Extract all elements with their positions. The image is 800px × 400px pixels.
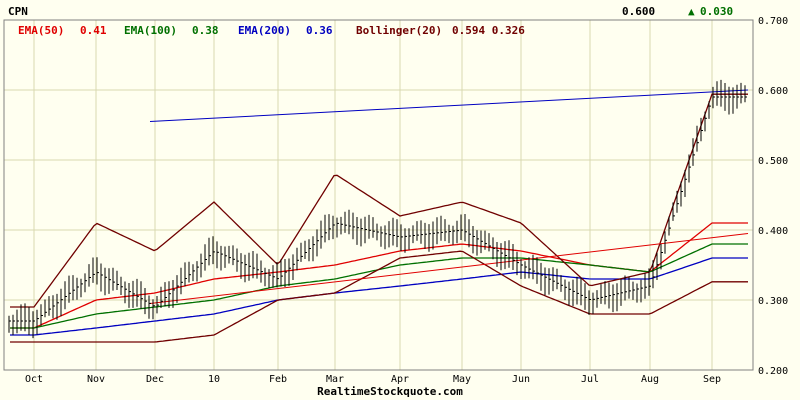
legend-bollinger-value: 0.594 0.326 — [452, 24, 525, 37]
x-tick-label: Aug — [641, 374, 659, 385]
x-tick-label: Nov — [87, 374, 105, 385]
x-tick-label: Feb — [269, 374, 287, 385]
watermark-text: RealtimeStockquote.com — [317, 385, 463, 398]
y-tick-label: 0.600 — [758, 86, 788, 97]
y-tick-label: 0.700 — [758, 16, 788, 27]
x-tick-label: Mar — [326, 374, 344, 385]
symbol-label: CPN — [8, 5, 28, 18]
x-tick-label: Apr — [391, 374, 409, 385]
legend-ema50-label: EMA(50) — [18, 24, 64, 37]
x-tick-label: May — [453, 374, 471, 385]
y-tick-label: 0.500 — [758, 156, 788, 167]
x-tick-label: Oct — [25, 374, 43, 385]
y-tick-label: 0.300 — [758, 296, 788, 307]
x-tick-label: 10 — [208, 374, 220, 385]
x-tick-label: Dec — [146, 374, 164, 385]
legend-ema200-label: EMA(200) — [238, 24, 291, 37]
price-change: 0.030 — [700, 5, 733, 18]
legend-ema100-value: 0.38 — [192, 24, 219, 37]
x-tick-label: Jun — [512, 374, 530, 385]
legend-ema200-value: 0.36 — [306, 24, 333, 37]
x-tick-label: Sep — [703, 374, 721, 385]
stock-chart: Oct Nov Dec 10 Feb Mar Apr May Jun Jul Aug Sep 0.70… — [0, 0, 800, 400]
x-tick-label: Jul — [581, 374, 599, 385]
legend-ema100-label: EMA(100) — [124, 24, 177, 37]
y-tick-label: 0.200 — [758, 366, 788, 377]
legend-bollinger-label: Bollinger(20) — [356, 24, 442, 37]
legend-ema50-value: 0.41 — [80, 24, 107, 37]
change-arrow-icon: ▲ — [688, 5, 695, 18]
y-tick-label: 0.400 — [758, 226, 788, 237]
last-price: 0.600 — [622, 5, 655, 18]
